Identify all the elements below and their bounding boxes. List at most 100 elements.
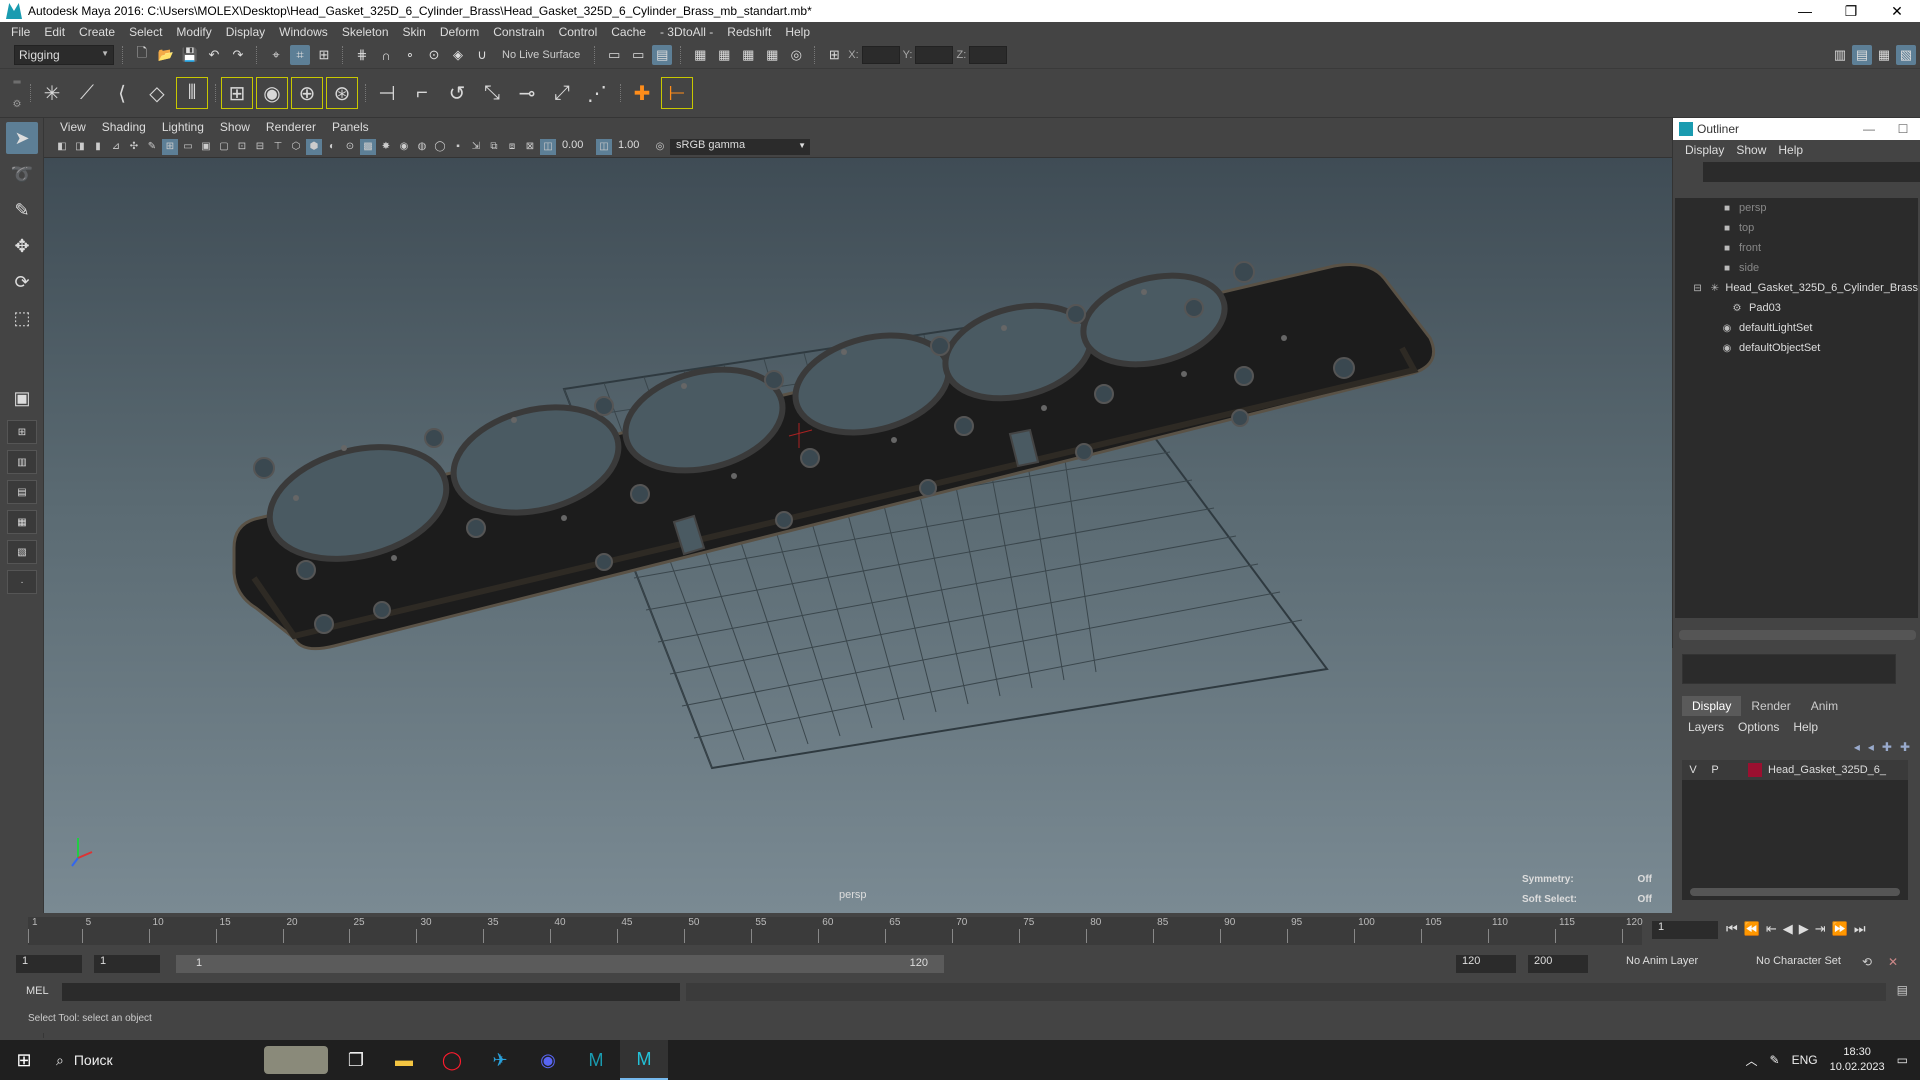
outliner-menu-help[interactable]: Help [1772,143,1809,157]
menu-constrain[interactable]: Constrain [486,25,551,39]
persp-hypershade-layout-icon[interactable]: ▦ [7,510,37,534]
start-button[interactable]: ⊞ [0,1040,48,1080]
layer-menu-options[interactable]: Options [1738,720,1779,734]
color-management-icon[interactable]: ◎ [652,139,668,155]
outliner-item[interactable]: ■ front [1675,238,1918,258]
move-layer-up-icon[interactable]: ◂ [1854,740,1860,754]
transform-mode-icon[interactable]: ⊞ [824,45,844,65]
snap-point-icon[interactable]: ∘ [400,45,420,65]
menu-3dtoall[interactable]: - 3DtoAll - [653,25,720,39]
layer-visibility-toggle[interactable]: V [1682,764,1704,776]
layer-menu-layers[interactable]: Layers [1688,720,1724,734]
modeling-toolkit-icon[interactable]: ▥ [1830,45,1850,65]
smooth-bind-icon[interactable]: ◉ [256,77,288,109]
select-tool-icon[interactable]: ➤ [6,122,38,154]
panel-menu-view[interactable]: View [52,120,94,134]
persp-uv-layout-icon[interactable]: ▧ [7,540,37,564]
anim-layer-dropdown[interactable]: No Anim Layer [1620,955,1728,973]
tool-settings-icon[interactable]: ▦ [1874,45,1894,65]
persp-graph-layout-icon[interactable]: ▤ [7,480,37,504]
gamma-field[interactable]: 1.00 [614,139,650,155]
gate-mask-icon[interactable]: ▢ [216,139,232,155]
restore-button[interactable]: ❐ [1828,0,1874,22]
scale-constraint-icon[interactable]: ⤡ [476,77,508,109]
view-transform-dropdown[interactable]: sRGB gamma [670,138,810,155]
step-back-key-icon[interactable]: ⇤ [1766,921,1777,937]
exposure-field[interactable]: 0.00 [558,139,594,155]
telegram-icon[interactable]: ✈ [476,1040,524,1080]
current-frame-field[interactable]: 1 [1652,921,1718,939]
shadows-icon[interactable]: ◉ [396,139,412,155]
outliner-horizontal-scrollbar[interactable] [1679,630,1916,640]
four-view-layout-icon[interactable]: ⊞ [7,420,37,444]
panel-menu-shading[interactable]: Shading [94,120,154,134]
select-hierarchy-icon[interactable]: ⌖ [266,45,286,65]
live-surface-label[interactable]: No Live Surface [496,49,586,61]
magnet-icon[interactable]: ∪ [472,45,492,65]
undo-icon[interactable]: ↶ [204,45,224,65]
panel-menu-lighting[interactable]: Lighting [154,120,212,134]
paint-select-icon[interactable]: ✎ [6,194,38,226]
panel-menu-show[interactable]: Show [212,120,258,134]
wireframe-icon[interactable]: ⬡ [288,139,304,155]
save-scene-icon[interactable]: 💾 [180,45,200,65]
pole-vector-icon[interactable]: ⤢ [546,77,578,109]
joint-tool-icon[interactable]: ✳ [36,77,68,109]
auto-key-icon[interactable]: ⟲ [1862,955,1872,969]
maya-taskbar-icon[interactable]: M [620,1040,668,1080]
move-tool-icon[interactable]: ✥ [6,230,38,262]
notifications-icon[interactable]: ▭ [1897,1053,1908,1067]
safe-action-icon[interactable]: ⊟ [252,139,268,155]
snap-grid-icon[interactable]: ⋕ [352,45,372,65]
snap-curve-icon[interactable]: ∩ [376,45,396,65]
outliner-item[interactable]: ■ persp [1675,198,1918,218]
render-settings-icon[interactable]: ▦ [762,45,782,65]
taskbar-search[interactable]: ⌕ Поиск [48,1052,260,1069]
open-scene-icon[interactable]: 📂 [156,45,176,65]
menu-skin[interactable]: Skin [396,25,433,39]
y-field[interactable] [915,46,954,64]
input-ops-icon[interactable]: ▭ [604,45,624,65]
menu-windows[interactable]: Windows [272,25,335,39]
orient-constraint-icon[interactable]: ↺ [441,77,473,109]
tab-render[interactable]: Render [1741,696,1800,716]
clock[interactable]: 18:30 10.02.2023 [1830,1045,1885,1075]
outliner-search-input[interactable] [1703,162,1920,182]
mirror-joint-icon[interactable]: ⦀ [176,77,208,109]
new-layer-icon[interactable]: ✚ [1882,740,1892,754]
persp-outliner-layout-icon[interactable]: ▥ [7,450,37,474]
shelf-grip[interactable]: ═ ⚙ [8,71,26,115]
outliner-item[interactable]: ◉ defaultObjectSet [1675,338,1918,358]
cluster-icon[interactable]: ⊛ [326,77,358,109]
exposure-icon[interactable]: ◫ [540,138,556,155]
outliner-item[interactable]: ■ top [1675,218,1918,238]
geometry-constraint-icon[interactable]: ⋰ [581,77,613,109]
play-backwards-icon[interactable]: ◀ [1783,921,1793,937]
ambient-occlusion-icon[interactable]: ◍ [414,139,430,155]
insert-joint-icon[interactable]: ◇ [141,77,173,109]
tab-display[interactable]: Display [1682,696,1742,716]
image-plane-icon[interactable]: ⊿ [108,139,124,155]
pen-icon[interactable]: ✎ [1770,1053,1780,1067]
animation-end-field[interactable]: 200 [1528,955,1588,973]
step-forward-frame-icon[interactable]: ⏩ [1832,921,1848,937]
outliner-item[interactable]: ⊟ ✳ Head_Gasket_325D_6_Cylinder_Brass [1675,278,1918,298]
point-constraint-icon[interactable]: ⊣ [371,77,403,109]
redo-icon[interactable]: ↷ [228,45,248,65]
safe-title-icon[interactable]: ⊤ [270,139,286,155]
snap-view-icon[interactable]: ⊙ [424,45,444,65]
xray-icon[interactable]: ⊙ [342,139,358,155]
command-input[interactable] [62,983,680,1001]
outliner-item[interactable]: ⚙ Pad03 [1675,298,1918,318]
bind-skin-icon[interactable]: ⊞ [221,77,253,109]
resolution-gate-icon[interactable]: ▣ [198,139,214,155]
rotate-tool-icon[interactable]: ⟳ [6,266,38,298]
search-highlight-image[interactable] [260,1040,332,1080]
menu-skeleton[interactable]: Skeleton [335,25,396,39]
range-bar[interactable]: 1 120 [176,955,944,973]
lasso-tool-icon[interactable]: ➰ [6,158,38,190]
outliner-item[interactable]: ◉ defaultLightSet [1675,318,1918,338]
z-field[interactable] [969,46,1008,64]
play-forwards-icon[interactable]: ▶ [1799,921,1809,937]
menu-select[interactable]: Select [122,25,169,39]
